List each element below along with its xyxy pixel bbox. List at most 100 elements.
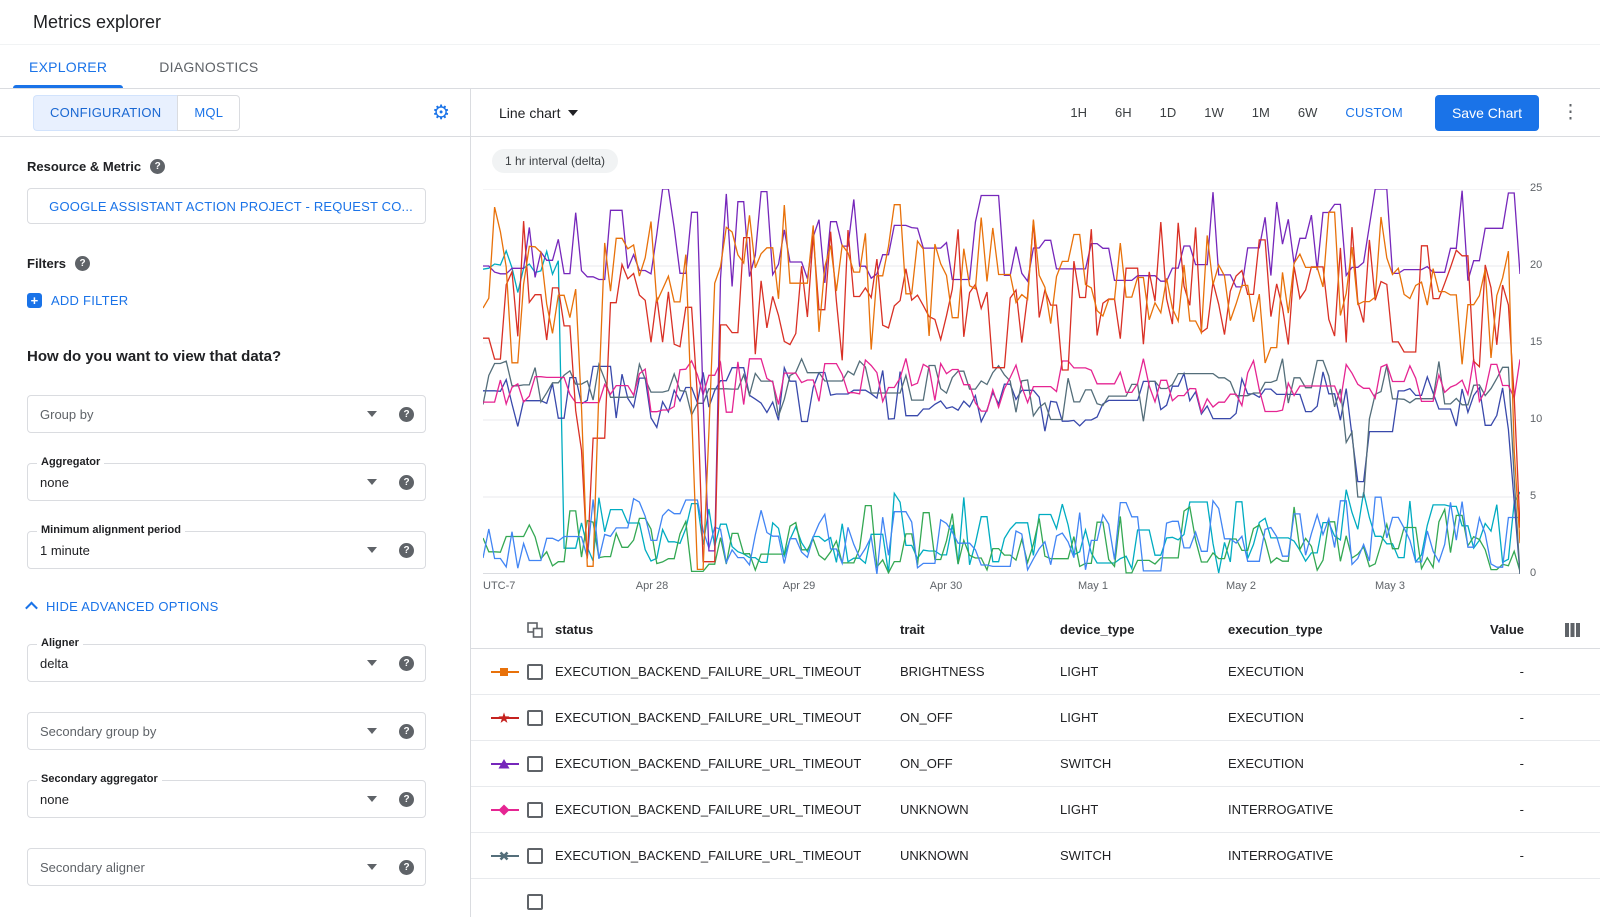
column-settings-icon[interactable] xyxy=(1524,623,1580,637)
secondary-aligner-placeholder: Secondary aligner xyxy=(40,860,145,875)
row-trait: UNKNOWN xyxy=(900,848,1060,863)
chevron-up-icon xyxy=(25,602,38,615)
row-device-type: SWITCH xyxy=(1060,848,1228,863)
content: CONFIGURATION MQL ⚙ Resource & Metric ? … xyxy=(0,89,1600,917)
chart-type-select[interactable]: Line chart xyxy=(499,105,578,121)
group-by-help-icon[interactable]: ? xyxy=(399,407,414,422)
secondary-aggregator-select[interactable]: Secondary aggregator none ? xyxy=(27,780,426,818)
row-execution-type: EXECUTION xyxy=(1228,710,1454,725)
row-checkbox[interactable] xyxy=(527,802,543,818)
row-trait: UNKNOWN xyxy=(900,802,1060,817)
more-options-icon[interactable]: ⋮ xyxy=(1555,101,1586,124)
chart-panel: Line chart 1H 6H 1D 1W 1M 6W CUSTOM Save… xyxy=(471,89,1600,917)
row-status: EXECUTION_BACKEND_FAILURE_URL_TIMEOUT xyxy=(555,710,900,725)
aligner-select[interactable]: Aligner delta ? xyxy=(27,644,426,682)
table-row[interactable]: EXECUTION_BACKEND_FAILURE_URL_TIMEOUT BR… xyxy=(471,649,1600,695)
chart-series-blue xyxy=(483,497,1520,574)
aligner-label: Aligner xyxy=(37,637,83,649)
series-marker-x xyxy=(490,850,527,862)
table-row[interactable]: EXECUTION_BACKEND_FAILURE_URL_TIMEOUT UN… xyxy=(471,787,1600,833)
time-range-group: 1H 6H 1D 1W 1M 6W CUSTOM Save Chart ⋮ xyxy=(1056,95,1586,131)
column-trait[interactable]: trait xyxy=(900,622,1060,637)
interval-chip: 1 hr interval (delta) xyxy=(492,149,618,173)
row-checkbox[interactable] xyxy=(527,756,543,772)
min-alignment-help-icon[interactable]: ? xyxy=(399,543,414,558)
table-row[interactable]: EXECUTION_BACKEND_FAILURE_URL_TIMEOUT ON… xyxy=(471,695,1600,741)
mql-mode-button[interactable]: MQL xyxy=(177,95,240,131)
table-row-partial[interactable] xyxy=(471,879,1600,917)
row-checkbox[interactable] xyxy=(527,848,543,864)
x-axis-tick: Apr 29 xyxy=(783,580,815,592)
row-checkbox[interactable] xyxy=(527,664,543,680)
group-by-select[interactable]: Group by ? xyxy=(27,395,426,433)
config-body: Resource & Metric ? GOOGLE ASSISTANT ACT… xyxy=(0,137,470,886)
min-alignment-select[interactable]: Minimum alignment period 1 minute ? xyxy=(27,531,426,569)
aligner-help-icon[interactable]: ? xyxy=(399,656,414,671)
chevron-down-icon xyxy=(367,796,377,802)
row-checkbox[interactable] xyxy=(527,710,543,726)
row-value: - xyxy=(1454,664,1524,679)
x-axis-tick: May 2 xyxy=(1226,580,1256,592)
save-chart-button[interactable]: Save Chart xyxy=(1435,95,1539,131)
config-mode-toolbar: CONFIGURATION MQL ⚙ xyxy=(0,89,470,137)
group-by-placeholder: Group by xyxy=(40,407,93,422)
secondary-aggregator-value: none xyxy=(40,792,69,807)
column-device-type[interactable]: device_type xyxy=(1060,622,1228,637)
range-1w[interactable]: 1W xyxy=(1190,105,1238,120)
min-alignment-label: Minimum alignment period xyxy=(37,524,185,536)
legend-toggle-icon[interactable] xyxy=(527,622,555,638)
hide-advanced-options-toggle[interactable]: HIDE ADVANCED OPTIONS xyxy=(27,599,426,614)
row-trait: ON_OFF xyxy=(900,710,1060,725)
page-title: Metrics explorer xyxy=(33,12,161,33)
add-filter-button[interactable]: + ADD FILTER xyxy=(27,293,426,308)
row-value: - xyxy=(1454,756,1524,771)
column-status[interactable]: status xyxy=(555,622,900,637)
aggregator-select[interactable]: Aggregator none ? xyxy=(27,463,426,501)
y-axis-tick: 25 xyxy=(1530,182,1542,194)
secondary-aligner-help-icon[interactable]: ? xyxy=(399,860,414,875)
line-chart-plot[interactable] xyxy=(483,189,1520,574)
add-filter-label: ADD FILTER xyxy=(51,293,128,308)
column-execution-type[interactable]: execution_type xyxy=(1228,622,1454,637)
x-axis-tick: Apr 28 xyxy=(636,580,668,592)
resource-metric-help-icon[interactable]: ? xyxy=(150,159,165,174)
chevron-down-icon xyxy=(367,864,377,870)
secondary-group-by-help-icon[interactable]: ? xyxy=(399,724,414,739)
aligner-value: delta xyxy=(40,656,68,671)
row-checkbox[interactable] xyxy=(527,894,543,910)
range-1d[interactable]: 1D xyxy=(1146,105,1191,120)
x-axis-tick: Apr 30 xyxy=(930,580,962,592)
chevron-down-icon xyxy=(367,411,377,417)
tab-explorer[interactable]: EXPLORER xyxy=(3,45,133,88)
tab-bar: EXPLORER DIAGNOSTICS xyxy=(0,45,1600,89)
row-status: EXECUTION_BACKEND_FAILURE_URL_TIMEOUT xyxy=(555,756,900,771)
series-marker-diamond xyxy=(490,804,527,816)
range-1h[interactable]: 1H xyxy=(1056,105,1101,120)
configuration-mode-button[interactable]: CONFIGURATION xyxy=(33,95,177,131)
filters-help-icon[interactable]: ? xyxy=(75,256,90,271)
configuration-panel: CONFIGURATION MQL ⚙ Resource & Metric ? … xyxy=(0,89,471,917)
chart-series-teal xyxy=(483,251,1520,573)
aggregator-help-icon[interactable]: ? xyxy=(399,475,414,490)
advanced-toggle-label: HIDE ADVANCED OPTIONS xyxy=(46,599,219,614)
row-trait: ON_OFF xyxy=(900,756,1060,771)
secondary-aggregator-help-icon[interactable]: ? xyxy=(399,792,414,807)
page-header: Metrics explorer xyxy=(0,0,1600,45)
range-6w[interactable]: 6W xyxy=(1284,105,1332,120)
settings-gear-icon[interactable]: ⚙ xyxy=(432,103,450,123)
resource-metric-chip[interactable]: GOOGLE ASSISTANT ACTION PROJECT - REQUES… xyxy=(27,188,426,224)
tab-diagnostics[interactable]: DIAGNOSTICS xyxy=(133,45,284,88)
mode-toggle: CONFIGURATION MQL xyxy=(33,95,240,131)
secondary-group-by-select[interactable]: Secondary group by ? xyxy=(27,712,426,750)
column-value[interactable]: Value xyxy=(1454,622,1524,637)
series-marker-triangle xyxy=(490,758,527,770)
secondary-aligner-select[interactable]: Secondary aligner ? xyxy=(27,848,426,886)
range-1m[interactable]: 1M xyxy=(1238,105,1284,120)
row-status: EXECUTION_BACKEND_FAILURE_URL_TIMEOUT xyxy=(555,848,900,863)
range-custom[interactable]: CUSTOM xyxy=(1331,105,1417,120)
table-row[interactable]: EXECUTION_BACKEND_FAILURE_URL_TIMEOUT UN… xyxy=(471,833,1600,879)
range-6h[interactable]: 6H xyxy=(1101,105,1146,120)
row-execution-type: INTERROGATIVE xyxy=(1228,848,1454,863)
table-row[interactable]: EXECUTION_BACKEND_FAILURE_URL_TIMEOUT ON… xyxy=(471,741,1600,787)
view-question: How do you want to view that data? xyxy=(27,348,426,365)
